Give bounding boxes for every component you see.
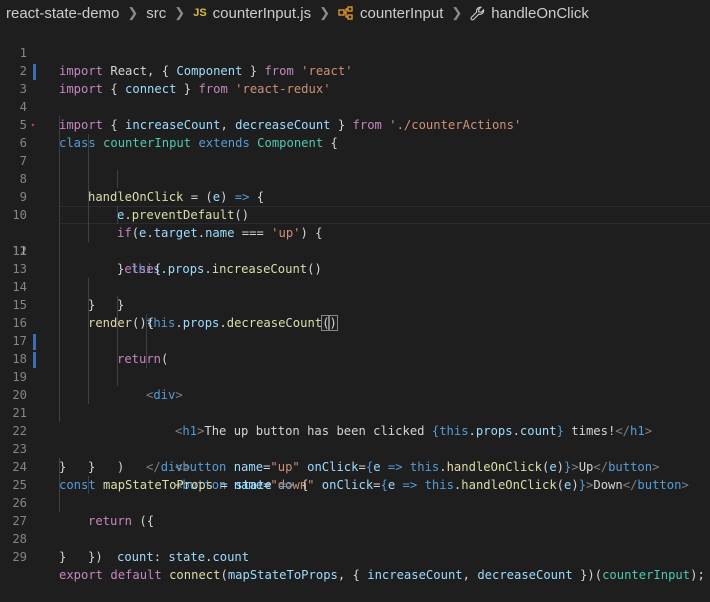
indent-guide <box>59 134 60 152</box>
indent-guide <box>88 278 89 296</box>
code-line: 15 return( <box>0 278 710 366</box>
indent-guide <box>59 188 60 206</box>
indent-guide <box>88 170 89 188</box>
indent-guide <box>117 170 118 188</box>
chevron-right-icon: ❯ <box>174 5 186 20</box>
modified-indicator[interactable] <box>33 352 36 368</box>
indent-guide <box>117 368 118 386</box>
code-line: 18 <button name="up" onClick={e => this.… <box>0 332 710 474</box>
line-number: 29 <box>12 550 27 564</box>
code-line: 14 render(){ <box>0 260 710 330</box>
code-line: 19 <button name="down" onClick={e => thi… <box>0 350 710 492</box>
breadcrumb-file[interactable]: counterInput.js <box>213 5 311 22</box>
indent-guide <box>59 494 60 512</box>
code-line: 13 } <box>0 242 710 312</box>
indent-guide <box>88 152 89 170</box>
indent-guide <box>117 296 118 314</box>
code-line-current: 11 this.props.decreaseCount() <box>0 206 710 331</box>
indent-guide <box>59 314 60 332</box>
indent-guide <box>117 314 118 332</box>
breadcrumb-class[interactable]: counterInput <box>360 5 443 22</box>
breadcrumb: react-state-demo ❯ src ❯ JS counterInput… <box>0 0 710 26</box>
code-line: 24 const mapStateToProps = state => { <box>0 440 710 492</box>
code-line: 9 this.props.increaseCount() <box>0 170 710 276</box>
chevron-right-icon: ❯ <box>451 5 463 20</box>
code-text: count: state.count <box>117 550 250 564</box>
code-line: 4 <box>0 80 710 114</box>
code-line: 27 }) <box>0 494 710 564</box>
code-line: 6 ▸ handleOnClick = (e) => { <box>0 116 710 204</box>
modified-indicator[interactable] <box>33 64 36 80</box>
indent-guide <box>59 368 60 386</box>
js-file-icon: JS <box>193 7 207 19</box>
indent-guide <box>88 224 89 242</box>
code-line: 2 import { connect } from 'react-redux' <box>0 44 710 96</box>
indent-guide <box>59 296 60 314</box>
indent-guide <box>88 476 89 494</box>
code-line: 12 } <box>0 224 710 312</box>
code-text: } <box>59 550 67 564</box>
code-line: 16 <div> <box>0 296 710 402</box>
indent-guide <box>117 350 118 368</box>
code-line: 1 import React, { Component } from 'reac… <box>0 26 710 78</box>
indent-guide <box>59 332 60 350</box>
code-line: 7 e.preventDefault() <box>0 134 710 222</box>
indent-guide <box>59 350 60 368</box>
code-line: 28 } <box>0 512 710 564</box>
code-line: 8 if(e.target.name === 'up') { <box>0 152 710 240</box>
indent-guide <box>59 224 60 242</box>
indent-guide <box>88 332 89 350</box>
code-line: 29 export default connect(mapStateToProp… <box>0 530 710 582</box>
indent-guide <box>88 296 89 314</box>
indent-guide <box>59 152 60 170</box>
code-line: 25 return ({ <box>0 458 710 528</box>
indent-guide <box>88 206 89 224</box>
indent-guide <box>117 206 118 224</box>
indent-guide <box>88 188 89 206</box>
indent-guide <box>59 206 60 224</box>
indent-guide <box>88 386 89 404</box>
indent-guide <box>146 314 147 332</box>
code-line: 17 <h1>The up button has been clicked {t… <box>0 314 710 438</box>
indent-guide <box>59 278 60 296</box>
code-editor[interactable]: 1 import React, { Component } from 'reac… <box>0 26 710 582</box>
indent-guide <box>117 332 118 350</box>
code-line: 26 count: state.count <box>0 476 710 564</box>
code-line: 5 class counterInput extends Component { <box>0 98 710 150</box>
chevron-right-icon: ❯ <box>127 5 139 20</box>
code-line: 20 </div> <box>0 368 710 474</box>
indent-guide <box>59 170 60 188</box>
indent-guide <box>88 350 89 368</box>
indent-guide <box>59 476 60 494</box>
code-line: 23 } <box>0 422 710 474</box>
wrench-icon <box>470 6 485 21</box>
indent-guide <box>59 116 60 134</box>
indent-guide <box>88 134 89 152</box>
code-text: export default connect(mapStateToProps, … <box>59 568 705 582</box>
indent-guide <box>146 350 147 368</box>
indent-guide <box>59 404 60 422</box>
indent-guide <box>59 242 60 260</box>
chevron-right-icon: ❯ <box>319 5 330 20</box>
code-line: 21 ) <box>0 386 710 474</box>
current-line-highlight <box>59 206 710 224</box>
indent-guide <box>59 386 60 404</box>
code-line: 22 } <box>0 404 710 474</box>
code-line: 3 import { increaseCount, decreaseCount … <box>0 62 710 132</box>
code-text: }) <box>88 550 103 564</box>
code-line: 10 }else{ <box>0 188 710 276</box>
breadcrumb-folder-root[interactable]: react-state-demo <box>6 5 119 22</box>
breadcrumb-folder-src[interactable]: src <box>146 5 166 22</box>
symbol-class-icon <box>338 6 354 20</box>
modified-indicator[interactable] <box>33 334 36 350</box>
breadcrumb-method[interactable]: handleOnClick <box>491 5 589 22</box>
indent-guide <box>88 314 89 332</box>
breakpoint-arrow-icon[interactable]: ▸ <box>31 116 36 134</box>
indent-guide <box>146 332 147 350</box>
indent-guide <box>59 458 60 476</box>
indent-guide <box>88 368 89 386</box>
indent-guide <box>59 260 60 278</box>
